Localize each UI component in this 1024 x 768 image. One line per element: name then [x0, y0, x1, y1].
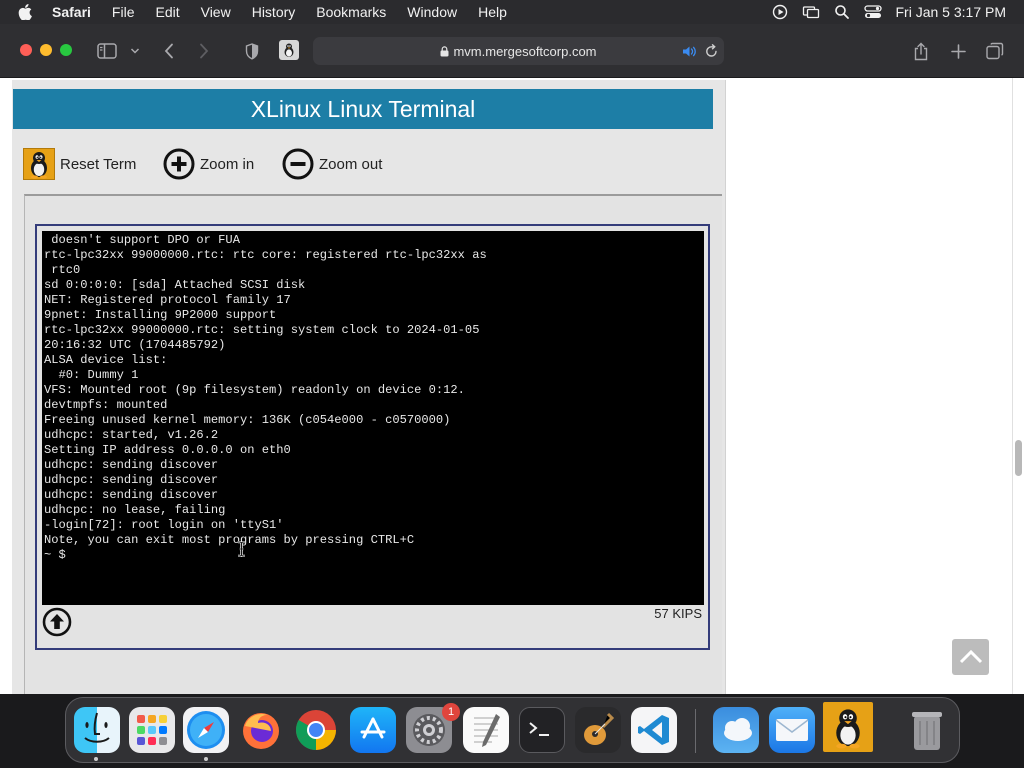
weather-icon[interactable] [713, 707, 759, 753]
terminal-line: udhcpc: sending discover [44, 488, 219, 502]
reset-term-label: Reset Term [60, 155, 137, 173]
terminal-frame: doesn't support DPO or FUA rtc-lpc32xx 9… [35, 224, 710, 650]
terminal-prompt: ~ $ [44, 548, 66, 562]
spotlight-search-icon[interactable] [834, 4, 850, 20]
terminal-line: 20:16:32 UTC (1704485792) [44, 338, 226, 352]
terminal-line: sd 0:0:0:0: [sda] Attached SCSI disk [44, 278, 306, 292]
running-indicator [94, 757, 98, 761]
scrollbar-thumb[interactable] [1015, 440, 1022, 476]
menu-app-name[interactable]: Safari [52, 4, 91, 20]
garageband-icon[interactable] [575, 707, 621, 753]
text-cursor-icon [237, 540, 246, 562]
zoom-in-label: Zoom in [200, 155, 255, 173]
terminal-line: rtc-lpc32xx 99000000.rtc: rtc core: regi… [44, 248, 487, 262]
tab-overview-icon[interactable] [985, 41, 1005, 61]
now-playing-icon[interactable] [772, 4, 788, 20]
zoom-out-label: Zoom out [319, 155, 383, 173]
url-text: mvm.mergesoftcorp.com [453, 44, 597, 59]
terminal-line: rtc-lpc32xx 99000000.rtc: setting system… [44, 323, 480, 337]
terminal-line: ALSA device list: [44, 353, 168, 367]
terminal-line: Setting IP address 0.0.0.0 on eth0 [44, 443, 291, 457]
control-center-icon[interactable] [863, 4, 882, 20]
scroll-to-top-button[interactable] [952, 639, 989, 675]
zoom-out-icon [282, 148, 314, 180]
menu-bookmarks[interactable]: Bookmarks [316, 4, 386, 20]
lock-icon [440, 46, 449, 57]
close-window-button[interactable] [20, 44, 32, 56]
terminal-line: NET: Registered protocol family 17 [44, 293, 291, 307]
terminal-line: Note, you can exit most programs by pres… [44, 533, 415, 547]
app-title-bar: XLinux Linux Terminal [13, 89, 713, 129]
menu-edit[interactable]: Edit [155, 4, 179, 20]
menu-history[interactable]: History [252, 4, 296, 20]
share-icon[interactable] [911, 40, 931, 62]
terminal-line: rtc0 [44, 263, 81, 277]
privacy-shield-icon[interactable] [242, 41, 262, 61]
forward-button-icon[interactable] [195, 41, 213, 61]
new-tab-icon[interactable] [948, 41, 968, 61]
launchpad-icon[interactable] [129, 707, 175, 753]
sidebar-toggle-icon[interactable] [96, 41, 118, 61]
terminal-line: udhcpc: sending discover [44, 458, 219, 472]
maximize-window-button[interactable] [60, 44, 72, 56]
app-title: XLinux Linux Terminal [250, 95, 476, 122]
terminal-line: udhcpc: sending discover [44, 473, 219, 487]
upload-arrow-icon[interactable] [42, 607, 72, 637]
speaker-icon[interactable] [681, 43, 697, 59]
chevron-down-icon[interactable] [128, 44, 142, 58]
terminal-line: #0: Dummy 1 [44, 368, 139, 382]
notification-badge: 1 [442, 703, 460, 721]
terminal-line: udhcpc: started, v1.26.2 [44, 428, 219, 442]
terminal-line: udhcpc: no lease, failing [44, 503, 226, 517]
back-button-icon[interactable] [160, 41, 178, 61]
zoom-in-icon [163, 148, 195, 180]
mail-icon[interactable] [769, 707, 815, 753]
terminal-icon[interactable] [519, 707, 565, 753]
dock-separator [695, 709, 696, 753]
menu-file[interactable]: File [112, 4, 135, 20]
menu-help[interactable]: Help [478, 4, 507, 20]
terminal-line: doesn't support DPO or FUA [44, 233, 240, 247]
safari-icon[interactable] [183, 707, 229, 753]
terminal-line: Freeing unused kernel memory: 136K (c054… [44, 413, 451, 427]
textedit-icon[interactable] [463, 707, 509, 753]
address-bar[interactable]: mvm.mergesoftcorp.com [313, 37, 724, 65]
menu-window[interactable]: Window [407, 4, 457, 20]
page-scrollbar[interactable] [1012, 78, 1024, 694]
menubar-clock[interactable]: Fri Jan 5 3:17 PM [896, 4, 1007, 20]
app-store-icon[interactable] [350, 707, 396, 753]
minimize-window-button[interactable] [40, 44, 52, 56]
screen-mirroring-icon[interactable] [802, 4, 820, 20]
firefox-icon[interactable] [238, 707, 284, 753]
finder-icon[interactable] [74, 707, 120, 753]
terminal-screen[interactable]: doesn't support DPO or FUA rtc-lpc32xx 9… [42, 231, 704, 605]
terminal-line: -login[72]: root login on 'ttyS1' [44, 518, 284, 532]
reload-icon[interactable] [703, 43, 719, 59]
address-text[interactable]: mvm.mergesoftcorp.com [313, 44, 724, 59]
chrome-icon[interactable] [293, 707, 339, 753]
menu-view[interactable]: View [201, 4, 231, 20]
trash-icon[interactable] [904, 707, 950, 753]
dock: 1 [65, 697, 960, 763]
apple-menu-icon[interactable] [18, 4, 36, 20]
zoom-in-button[interactable]: Zoom in [163, 148, 254, 180]
xlinux-app: XLinux Linux Terminal Reset Term Zoom in… [12, 80, 726, 694]
terminal-line: 9pnet: Installing 9P2000 support [44, 308, 277, 322]
web-page: XLinux Linux Terminal Reset Term Zoom in… [0, 78, 1012, 694]
speed-indicator: 57 KIPS [654, 606, 702, 621]
terminal-line: devtmpfs: mounted [44, 398, 168, 412]
menu-bar: Safari File Edit View History Bookmarks … [0, 0, 1024, 24]
terminal-line: VFS: Mounted root (9p filesystem) readon… [44, 383, 465, 397]
zoom-out-button[interactable]: Zoom out [282, 148, 382, 180]
reset-term-button[interactable]: Reset Term [23, 148, 136, 180]
vscode-icon[interactable] [631, 707, 677, 753]
xlinux-app-icon[interactable] [823, 702, 873, 752]
terminal-output: doesn't support DPO or FUA rtc-lpc32xx 9… [42, 233, 487, 563]
running-indicator [204, 757, 208, 761]
chevron-up-icon [959, 650, 982, 664]
site-favicon-icon [279, 40, 299, 60]
tux-icon [23, 148, 55, 180]
